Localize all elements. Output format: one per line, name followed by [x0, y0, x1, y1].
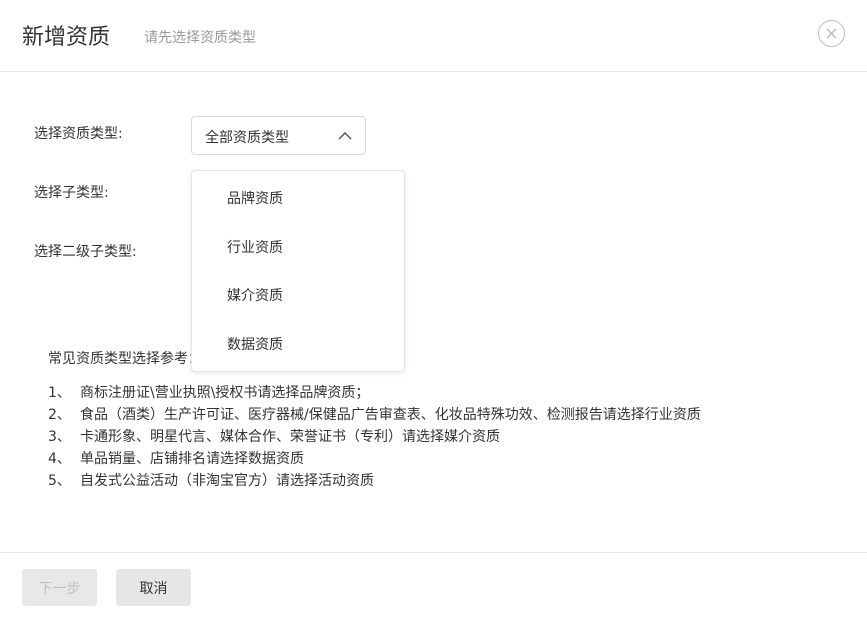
reference-item-number: 1、	[48, 385, 71, 401]
reference-title: 常见资质类型选择参考：	[48, 351, 202, 367]
close-button[interactable]	[818, 20, 845, 47]
second-subtype-label: 选择二级子类型:	[34, 244, 137, 260]
dropdown-item-industry[interactable]: 行业资质	[192, 225, 404, 269]
dialog-subtitle: 请先选择资质类型	[144, 30, 256, 46]
dropdown-item-label: 行业资质	[227, 240, 283, 256]
chevron-up-icon	[338, 131, 352, 140]
reference-item-number: 3、	[48, 429, 71, 445]
reference-item-text: 卡通形象、明星代言、媒体合作、荣誉证书（专利）请选择媒介资质	[80, 429, 500, 445]
dropdown-item-label: 品牌资质	[227, 191, 283, 207]
next-button[interactable]: 下一步	[22, 569, 97, 606]
type-dropdown-menu: 品牌资质 行业资质 媒介资质 数据资质	[191, 170, 405, 372]
dropdown-item-brand[interactable]: 品牌资质	[192, 176, 404, 220]
subtype-label: 选择子类型:	[34, 185, 109, 201]
dropdown-item-data[interactable]: 数据资质	[192, 322, 404, 366]
reference-item-text: 食品（酒类）生产许可证、医疗器械/保健品广告审查表、化妆品特殊功效、检测报告请选…	[80, 407, 701, 423]
reference-item-number: 4、	[48, 451, 71, 467]
cancel-button[interactable]: 取消	[116, 569, 191, 606]
dialog-title: 新增资质	[22, 25, 111, 50]
reference-item-number: 5、	[48, 473, 71, 489]
reference-item-text: 商标注册证\营业执照\授权书请选择品牌资质；	[80, 385, 370, 401]
dialog-footer: 下一步 取消	[0, 552, 867, 622]
dropdown-item-label: 媒介资质	[227, 288, 283, 304]
reference-item-text: 单品销量、店铺排名请选择数据资质	[80, 451, 304, 467]
reference-item-number: 2、	[48, 407, 71, 423]
select-value: 全部资质类型	[205, 130, 289, 146]
dropdown-item-media[interactable]: 媒介资质	[192, 273, 404, 317]
dropdown-item-label: 数据资质	[227, 337, 283, 353]
dialog-header: 新增资质 请先选择资质类型	[0, 0, 867, 72]
close-circle-icon	[826, 28, 837, 39]
type-label: 选择资质类型:	[34, 126, 123, 142]
reference-item-text: 自发式公益活动（非淘宝官方）请选择活动资质	[80, 473, 374, 489]
qualification-type-select[interactable]: 全部资质类型	[191, 116, 366, 155]
